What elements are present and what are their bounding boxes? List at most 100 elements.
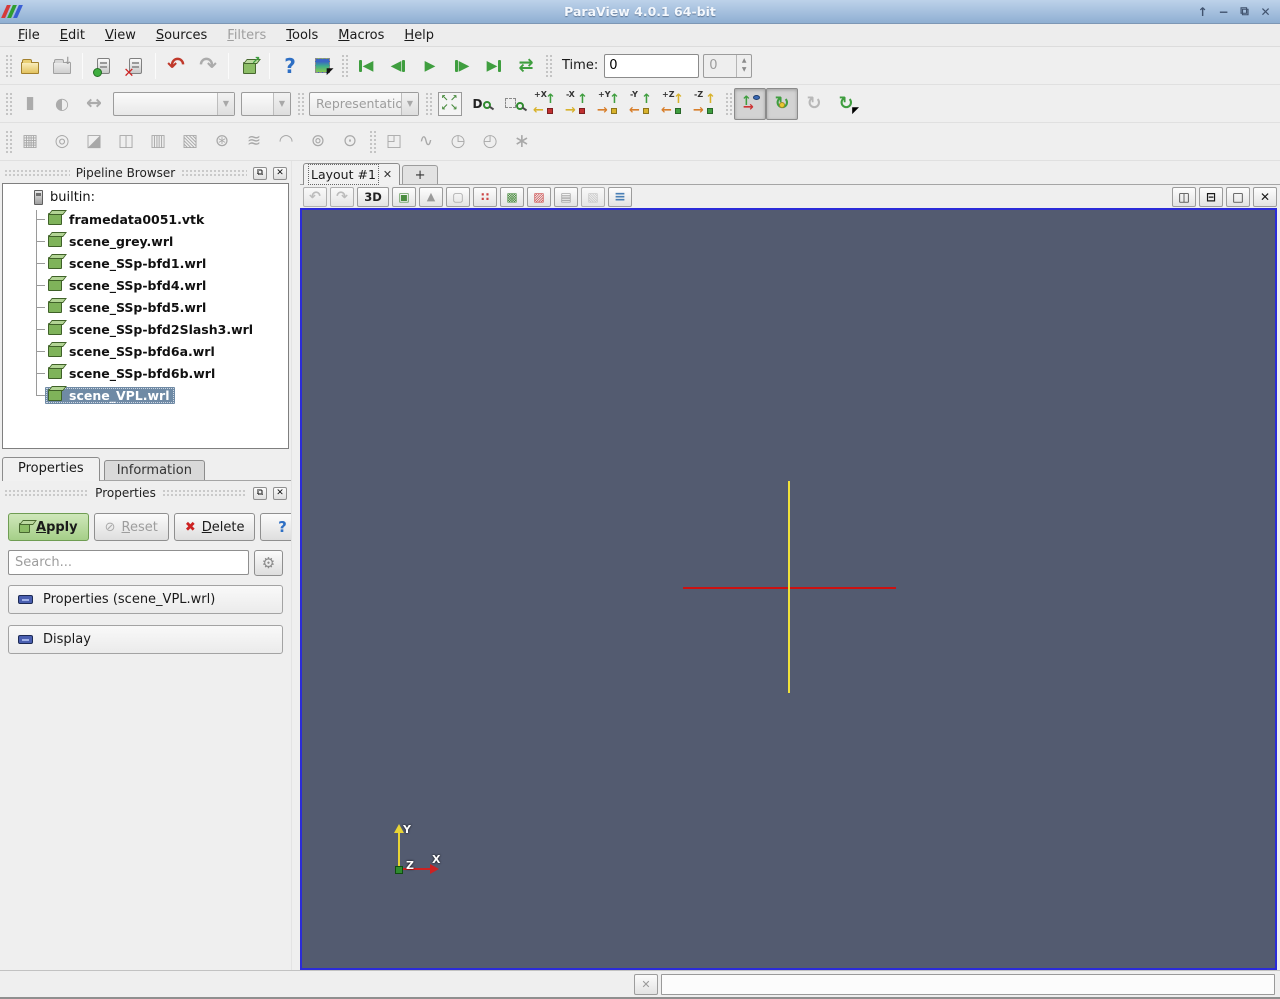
panel-splitter[interactable] — [291, 161, 300, 970]
zoom-to-data-button[interactable]: D — [466, 88, 498, 120]
next-frame-button[interactable]: ▶ — [446, 50, 478, 82]
gear-icon[interactable]: ⚙ — [254, 550, 283, 576]
display-section-header[interactable]: Display — [8, 625, 283, 654]
search-input[interactable] — [8, 550, 249, 575]
last-frame-button[interactable]: ▶ — [478, 50, 510, 82]
tab-information[interactable]: Information — [103, 460, 205, 480]
reset-center-button: ↻ — [798, 88, 830, 120]
glyph-icon: ▥ — [149, 131, 167, 151]
play-button[interactable]: ▶ — [414, 50, 446, 82]
dock-float-icon[interactable]: ⧉ — [253, 166, 267, 180]
glyph-icon: ▧ — [587, 189, 599, 204]
interactive-select-points-button[interactable]: ▨ — [527, 186, 551, 207]
select-cells-through-button[interactable]: ▢ — [446, 186, 470, 207]
menu-sources[interactable]: Sources — [146, 26, 217, 45]
help-button[interactable]: ? — [274, 50, 306, 82]
close-tab-icon[interactable]: ✕ — [383, 168, 392, 181]
pipeline-item[interactable]: scene_SSp-bfd4.wrl — [3, 274, 288, 296]
restore-button[interactable]: ⧉ — [1236, 4, 1253, 19]
view-minus-z-button[interactable]: -Z ↑ → — [690, 88, 722, 120]
axis-square-icon — [675, 108, 681, 114]
undo-button[interactable]: ↶ — [160, 50, 192, 82]
shade-button[interactable]: ↑ — [1194, 4, 1211, 19]
view-plus-z-button[interactable]: +Z ↑ ← — [658, 88, 690, 120]
pipeline-item[interactable]: scene_SSp-bfd1.wrl — [3, 252, 288, 274]
select-cells-on-button[interactable]: ▣ — [392, 186, 416, 207]
view-settings-button[interactable]: ≡ — [608, 186, 632, 207]
menu-help[interactable]: Help — [394, 26, 444, 45]
select-points-through-button[interactable]: ∷ — [473, 186, 497, 207]
glyph-icon: ▨ — [533, 189, 545, 204]
properties-dock-title: Properties — [95, 486, 156, 500]
maximize-view-button[interactable]: □ — [1226, 186, 1250, 207]
minimize-button[interactable]: − — [1215, 4, 1232, 19]
properties-section-header[interactable]: Properties (scene_VPL.wrl) — [8, 585, 283, 614]
vcr-icon: ◀ — [358, 59, 373, 73]
split-vertical-button[interactable]: ⊟ — [1199, 186, 1223, 207]
menu-file[interactable]: File — [8, 26, 50, 45]
tab-properties[interactable]: Properties — [2, 457, 100, 481]
dock-close-icon[interactable]: ✕ — [273, 166, 287, 180]
view-minus-x-button[interactable]: -X ↑ → — [562, 88, 594, 120]
auto-apply-button[interactable]: ◤ — [306, 50, 338, 82]
pipeline-item[interactable]: scene_SSp-bfd6a.wrl — [3, 340, 288, 362]
pipeline-item[interactable]: scene_VPL.wrl — [3, 384, 288, 406]
camera-redo-button: ↷ — [330, 186, 354, 207]
menu-tools[interactable]: Tools — [276, 26, 328, 45]
open-file-button[interactable] — [14, 50, 46, 82]
threshold-filter-button: ▥ — [142, 126, 174, 158]
disconnect-server-button[interactable]: ✕ — [119, 50, 151, 82]
pipeline-item[interactable]: scene_SSp-bfd2Slash3.wrl — [3, 318, 288, 340]
loop-button[interactable]: ⇄ — [510, 50, 542, 82]
pipeline-item-builtin[interactable]: builtin: — [3, 186, 288, 208]
pick-center-button[interactable]: ↻ ◤ — [830, 88, 862, 120]
dock-close-icon[interactable]: ✕ — [273, 486, 287, 500]
select-block-button[interactable]: ▤ — [554, 186, 578, 207]
apply-button[interactable]: Apply — [8, 513, 89, 541]
vcr-bar — [454, 59, 458, 72]
zoom-to-box-button[interactable] — [498, 88, 530, 120]
pipeline-item[interactable]: scene_SSp-bfd6b.wrl — [3, 362, 288, 384]
axis-square-icon — [579, 108, 585, 114]
view-plus-x-button[interactable]: +X ↑ ← — [530, 88, 562, 120]
vcr-triangle: ▶ — [458, 57, 470, 74]
menu-macros[interactable]: Macros — [328, 26, 394, 45]
dock-float-icon[interactable]: ⧉ — [253, 486, 267, 500]
previous-frame-button[interactable]: ◀ — [382, 50, 414, 82]
view-plus-y-button[interactable]: +Y ↑ → — [594, 88, 626, 120]
view-minus-y-button[interactable]: -Y ↑ ← — [626, 88, 658, 120]
pipeline-item[interactable]: framedata0051.vtk — [3, 208, 288, 230]
connect-server-button[interactable] — [87, 50, 119, 82]
dock-grip — [4, 489, 90, 497]
dataset-cube-icon — [48, 345, 62, 357]
select-points-on-button[interactable]: ▲ — [419, 186, 443, 207]
close-view-button[interactable]: ✕ — [1253, 186, 1277, 207]
close-button[interactable]: ✕ — [1257, 4, 1274, 19]
tab-layout-1[interactable]: Layout #1 ✕ — [303, 163, 401, 185]
interactive-select-cells-button[interactable]: ▩ — [500, 186, 524, 207]
glyph-icon: ∷ — [480, 189, 490, 204]
pipeline-item-label: scene_SSp-bfd6a.wrl — [69, 343, 215, 359]
new-layout-tab[interactable]: + — [402, 165, 439, 184]
show-center-button[interactable]: ↻ — [766, 87, 798, 120]
view-mode-3d-button[interactable]: 3D — [357, 186, 389, 207]
pipeline-item[interactable]: scene_SSp-bfd5.wrl — [3, 296, 288, 318]
pipeline-item[interactable]: scene_grey.wrl — [3, 230, 288, 252]
chevron-down-icon: ▼ — [401, 92, 418, 115]
menu-edit[interactable]: Edit — [50, 26, 95, 45]
delete-icon: ✖ — [184, 519, 196, 535]
abort-icon[interactable]: ✕ — [634, 973, 658, 995]
reset-camera-button[interactable]: ↖ ↗ ↙ ↘ — [434, 88, 466, 120]
first-frame-button[interactable]: ◀ — [350, 50, 382, 82]
menu-filters: Filters — [227, 27, 267, 43]
center-axes-visibility-button[interactable]: ↑ → — [734, 87, 766, 120]
menu-view[interactable]: View — [95, 26, 146, 45]
split-horizontal-button[interactable]: ◫ — [1172, 186, 1196, 207]
glyph-icon: ▧ — [181, 131, 199, 151]
render-view-3d[interactable]: Y Z X — [300, 208, 1277, 970]
time-input[interactable] — [604, 53, 700, 78]
delete-button[interactable]: ✖ Delete — [173, 513, 256, 541]
right-panel: Layout #1 ✕ + ↶ ↷ 3D ▣ ▲ ▢ ∷ ▩ ▨ ▤ ▧ ≡ ◫ ⊟ □ ✕ Y Z X — [300, 161, 1280, 970]
pipeline-browser: builtin: framedata0051.vtk scene_grey.wrl s… — [2, 183, 289, 449]
export-scene-button[interactable]: ↗ — [233, 50, 265, 82]
